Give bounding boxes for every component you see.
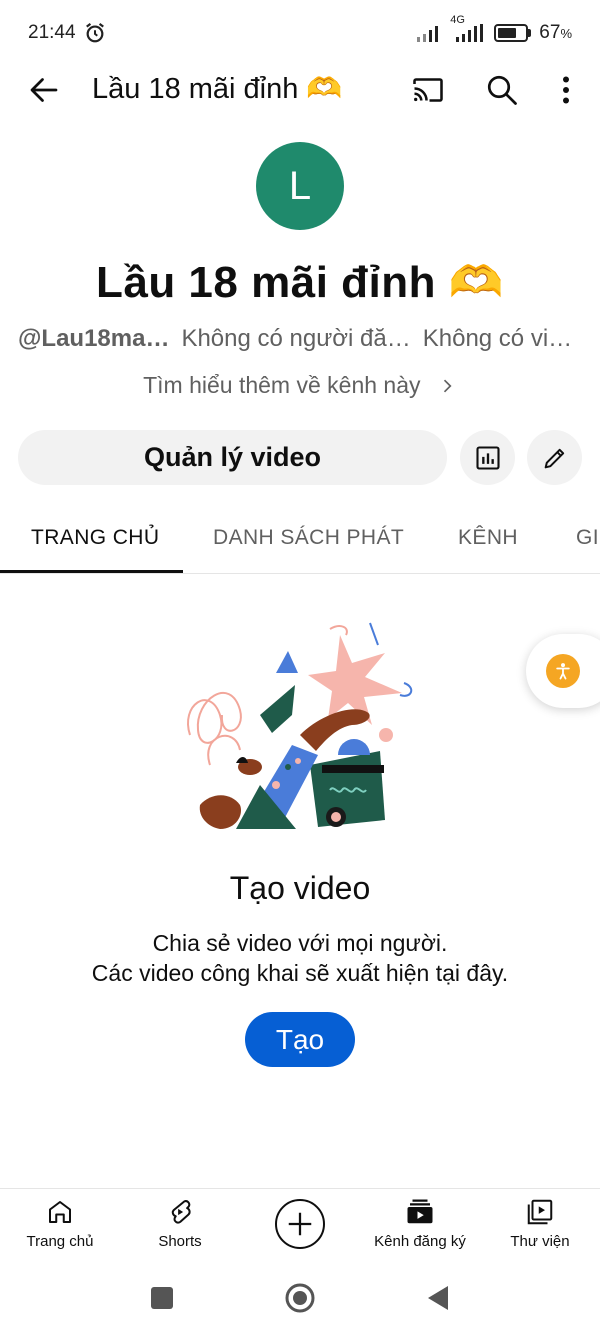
nav-home-label: Trang chủ xyxy=(26,1233,94,1250)
tab-about[interactable]: GIỚI THIỆU xyxy=(576,526,600,550)
system-navigation xyxy=(0,1264,600,1333)
avatar-letter: L xyxy=(288,163,312,208)
analytics-icon xyxy=(475,445,500,470)
channel-handle: @Lau18ma… xyxy=(18,325,170,352)
app-bar: Lầu 18 mãi đỉnh 🫶 xyxy=(0,60,600,120)
chevron-right-icon xyxy=(443,379,452,393)
tab-channels[interactable]: KÊNH xyxy=(458,526,518,550)
back-arrow-icon[interactable] xyxy=(26,72,62,108)
battery-percent: 67% xyxy=(539,22,572,43)
manage-videos-button[interactable]: Quản lý video xyxy=(18,430,447,485)
shorts-icon xyxy=(171,1200,191,1224)
search-icon[interactable] xyxy=(484,72,520,108)
bottom-navigation: Trang chủ Shorts Kênh đăng ký Thư viện xyxy=(0,1188,600,1264)
recents-square-icon[interactable] xyxy=(150,1286,174,1310)
nav-create-button[interactable] xyxy=(275,1199,325,1249)
clock-time: 21:44 xyxy=(28,22,76,43)
tab-home[interactable]: TRANG CHỦ xyxy=(31,526,159,550)
home-circle-icon[interactable] xyxy=(284,1282,316,1314)
channel-avatar[interactable]: L xyxy=(256,142,344,230)
channel-tabs: TRANG CHỦ DANH SÁCH PHÁT KÊNH GIỚI THIỆU xyxy=(0,508,600,574)
home-icon xyxy=(49,1201,71,1223)
channel-meta: @Lau18ma… Không có người đă… Không có vi… xyxy=(18,325,588,353)
video-count: Không có vi… xyxy=(422,325,573,352)
nav-subscriptions[interactable]: Kênh đăng ký xyxy=(360,1197,480,1250)
empty-state-title: Tạo video xyxy=(229,870,371,906)
learn-more-label: Tìm hiểu thêm về kênh này xyxy=(143,372,421,398)
accessibility-icon xyxy=(546,654,580,688)
nav-home[interactable]: Trang chủ xyxy=(0,1197,120,1250)
analytics-button[interactable] xyxy=(460,430,515,485)
subscriber-count: Không có người đă… xyxy=(181,325,411,352)
signal-4g-icon: 4G xyxy=(450,14,486,42)
back-triangle-icon[interactable] xyxy=(424,1284,450,1312)
create-plus-icon xyxy=(288,1212,312,1236)
tab-playlists[interactable]: DANH SÁCH PHÁT xyxy=(213,526,404,550)
nav-library[interactable]: Thư viện xyxy=(480,1197,600,1250)
battery-fill xyxy=(498,28,516,38)
manage-videos-label: Quản lý video xyxy=(143,442,322,472)
empty-state-line-2: Các video công khai sẽ xuất hiện tại đây… xyxy=(91,960,509,986)
create-video-illustration xyxy=(187,622,413,829)
network-type: 4G xyxy=(450,14,465,26)
subscriptions-icon xyxy=(407,1199,433,1224)
empty-state-line-1: Chia sẻ video với mọi người. xyxy=(152,930,448,956)
nav-library-label: Thư viện xyxy=(510,1233,570,1250)
active-tab-indicator xyxy=(0,570,183,573)
library-icon xyxy=(527,1199,553,1225)
accessibility-float[interactable] xyxy=(526,634,600,708)
status-bar: 21:44 4G 67% xyxy=(0,0,600,66)
more-vert-icon[interactable] xyxy=(548,72,584,108)
edit-channel-button[interactable] xyxy=(527,430,582,485)
battery-icon xyxy=(494,24,532,42)
nav-subscriptions-label: Kênh đăng ký xyxy=(374,1233,466,1250)
edit-pencil-icon xyxy=(544,448,564,468)
status-right: 4G 67% xyxy=(416,14,572,44)
channel-name: Lầu 18 mãi đỉnh 🫶 xyxy=(95,258,505,307)
nav-shorts[interactable]: Shorts xyxy=(120,1197,240,1250)
alarm-icon xyxy=(85,22,104,43)
cast-icon[interactable] xyxy=(410,72,446,108)
learn-more-link[interactable]: Tìm hiểu thêm về kênh này xyxy=(0,372,600,399)
nav-shorts-label: Shorts xyxy=(158,1233,202,1250)
create-video-label: Tạo xyxy=(275,1023,325,1055)
status-left: 21:44 xyxy=(28,22,106,44)
signal-icon xyxy=(417,26,439,42)
app-bar-title: Lầu 18 mãi đỉnh 🫶 xyxy=(92,73,343,105)
empty-state-description: Chia sẻ video với mọi người. Các video c… xyxy=(0,928,600,988)
create-video-button[interactable]: Tạo xyxy=(245,1012,355,1067)
